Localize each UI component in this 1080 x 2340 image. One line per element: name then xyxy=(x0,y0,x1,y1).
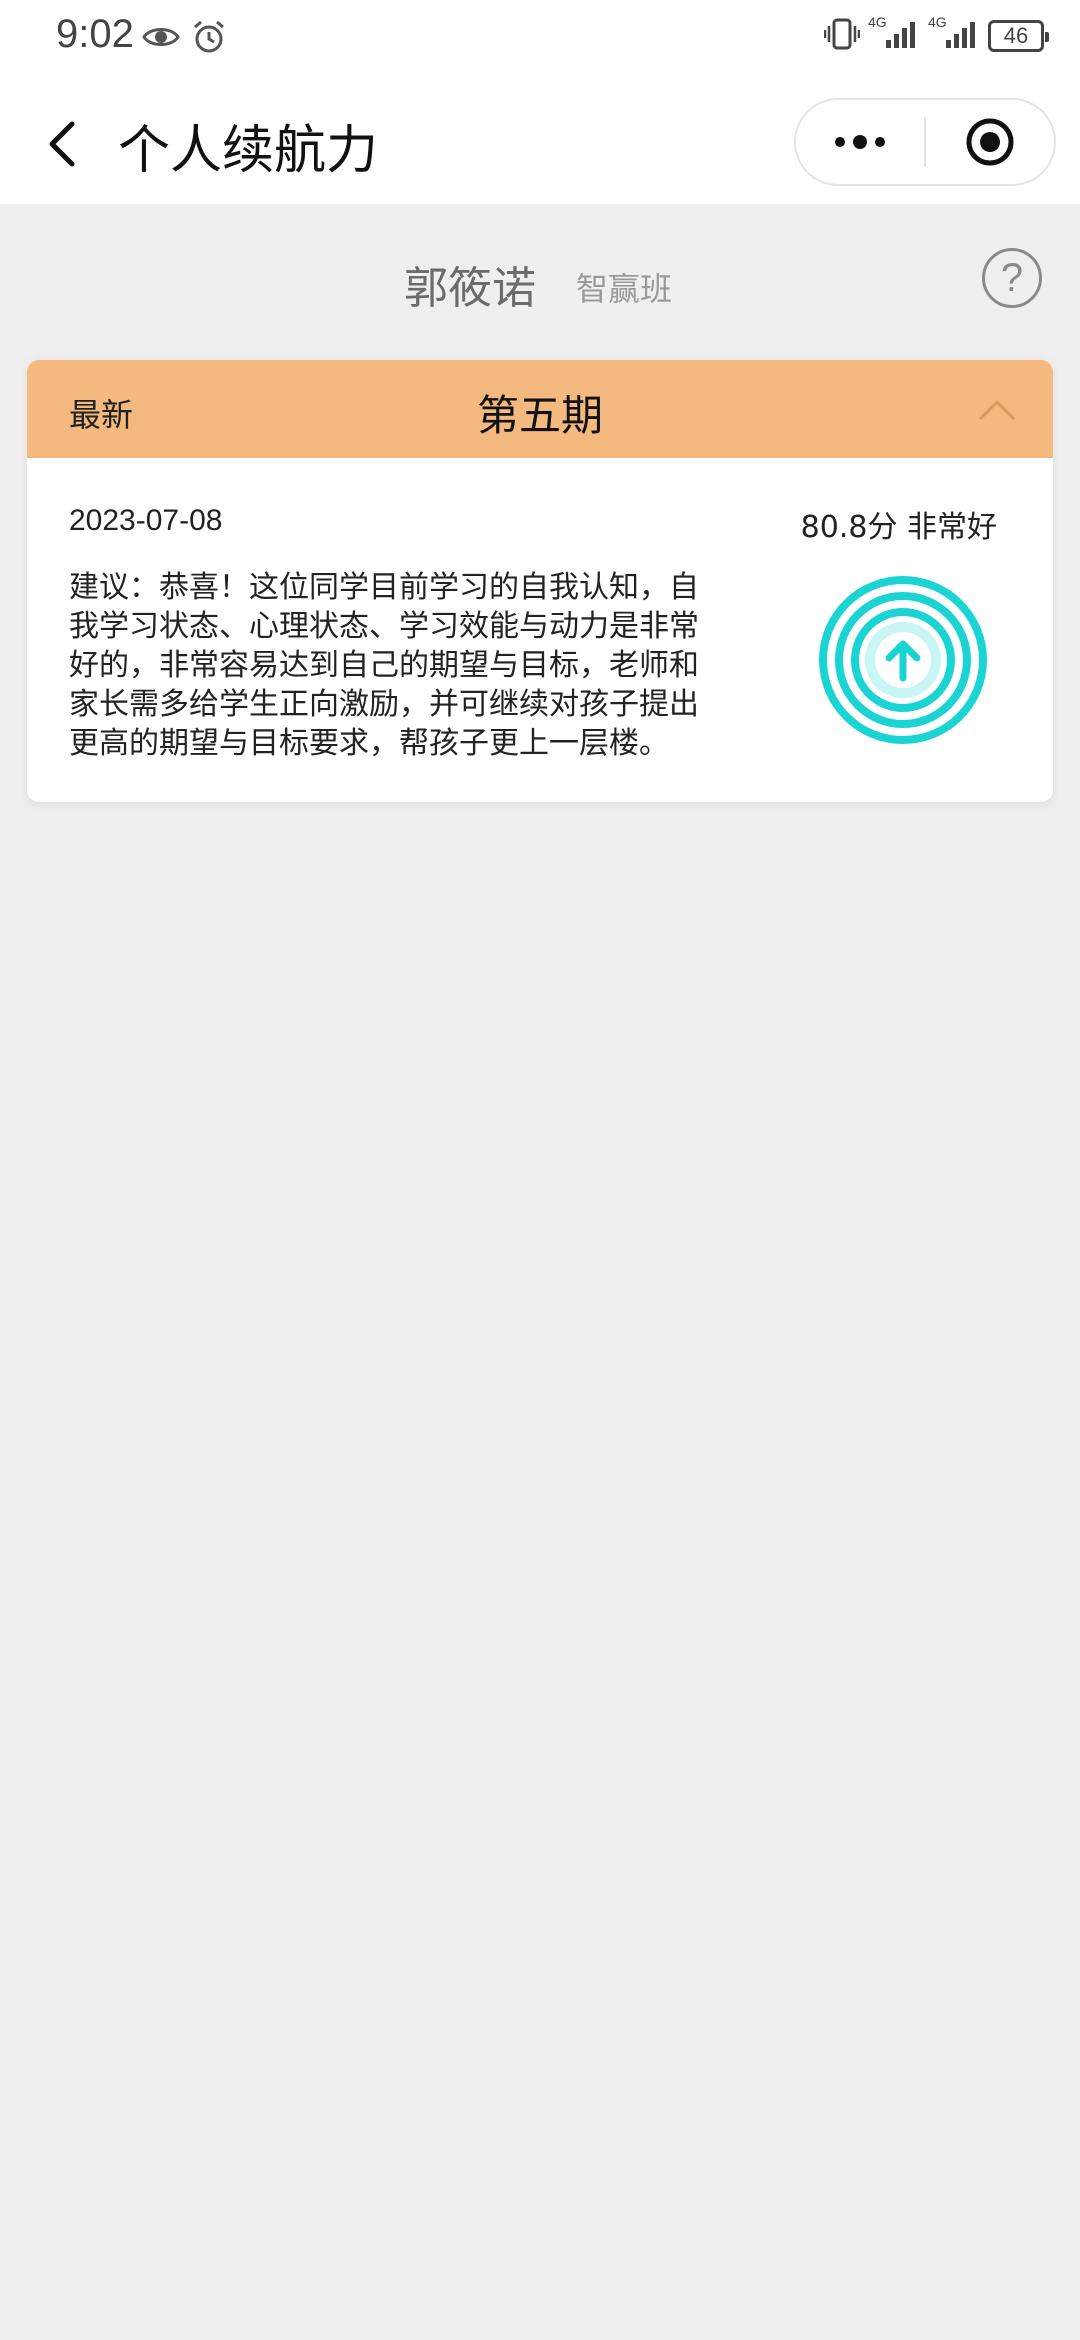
help-icon: ? xyxy=(1000,255,1024,300)
more-icon xyxy=(835,135,885,149)
chevron-left-icon xyxy=(49,121,75,167)
student-name: 郭筱诺 xyxy=(404,263,536,314)
signal-icon: 4G xyxy=(868,14,920,56)
more-button[interactable] xyxy=(796,100,924,184)
status-time: 9:02 xyxy=(56,12,134,56)
period-label: 第五期 xyxy=(476,391,603,440)
student-info: 郭筱诺 智赢班 ? xyxy=(0,248,1080,318)
battery-icon: 46 xyxy=(988,20,1049,52)
advice-text: 建议：恭喜！这位同学目前学习的自我认知，自我学习状态、心理状态、学习效能与动力是… xyxy=(69,570,699,761)
status-left-icons xyxy=(142,18,228,60)
alarm-icon xyxy=(190,18,228,60)
battery-level: 46 xyxy=(1003,23,1029,48)
close-button[interactable] xyxy=(926,100,1054,184)
student-class: 智赢班 xyxy=(576,270,673,308)
vibrate-icon xyxy=(823,16,861,56)
signal-label: 4G xyxy=(868,14,887,30)
arrow-up-circle-icon xyxy=(819,576,987,744)
status-bar: 9:02 4G 4G 46 xyxy=(0,0,1080,80)
page-title: 个人续航力 xyxy=(118,121,379,181)
chevron-up-icon[interactable] xyxy=(977,390,1017,430)
record-card-header[interactable]: 最新 第五期 xyxy=(27,360,1053,458)
target-close-icon xyxy=(966,118,1014,166)
nav-bar: 个人续航力 xyxy=(0,80,1080,204)
back-button[interactable] xyxy=(36,110,92,174)
help-button[interactable]: ? xyxy=(982,248,1042,308)
status-right-icons: 4G 4G 46 xyxy=(823,14,1049,56)
score-text: 80.8分 非常好 xyxy=(800,510,997,545)
record-date: 2023-07-08 xyxy=(69,504,223,537)
record-card: 最新 第五期 2023-07-08 80.8分 非常好 建议：恭喜！这位同学目前… xyxy=(27,360,1053,802)
signal-icon-2: 4G xyxy=(928,14,980,56)
record-card-body: 2023-07-08 80.8分 非常好 建议：恭喜！这位同学目前学习的自我认知… xyxy=(27,458,1053,802)
signal-label-2: 4G xyxy=(928,14,947,30)
mini-program-capsule xyxy=(794,98,1056,186)
eye-icon xyxy=(142,18,180,60)
